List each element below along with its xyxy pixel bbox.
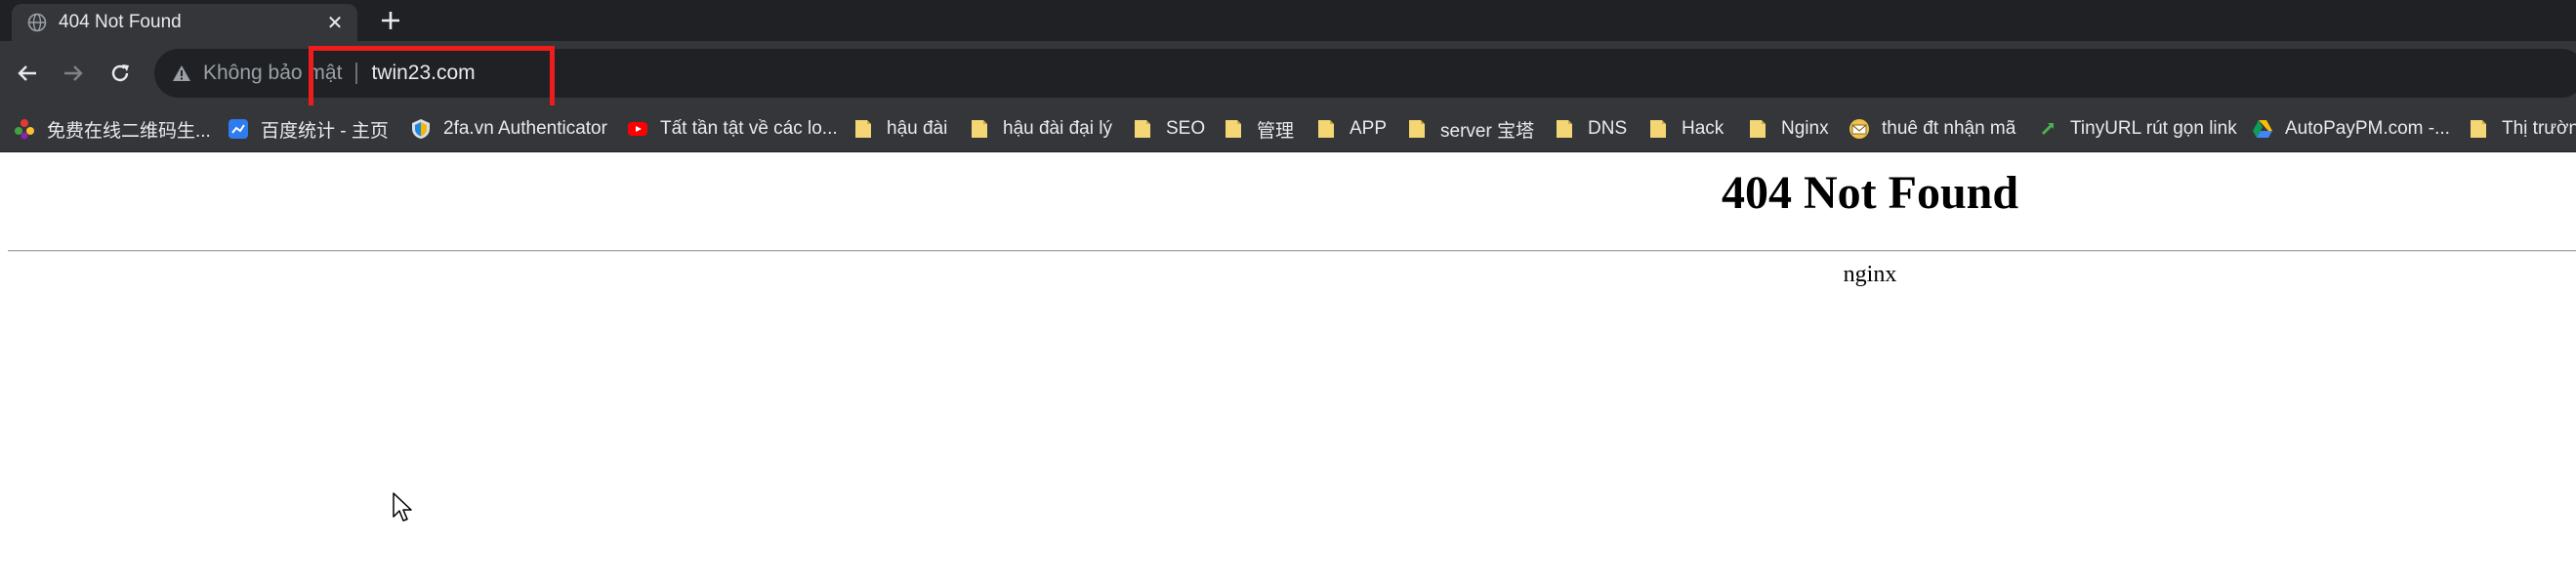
bookmark-label: Nginx (1781, 118, 1829, 139)
tab-strip: 404 Not Found ✕ (0, 0, 2576, 41)
bookmark-youtube[interactable]: Tất tần tật về các lo... (627, 105, 838, 152)
bookmark-label: hậu đài đại lý (1003, 118, 1112, 139)
page-title: 404 Not Found (1721, 167, 2019, 219)
colorful-dots-icon (15, 119, 34, 140)
back-button[interactable] (8, 54, 47, 93)
bookmark-label: hậu đài (887, 118, 948, 139)
forward-button[interactable] (54, 54, 93, 93)
tab-active[interactable]: 404 Not Found ✕ (12, 4, 357, 41)
tab-close-icon[interactable]: ✕ (322, 10, 348, 35)
globe-icon (27, 13, 47, 32)
folder-icon (1226, 120, 1241, 138)
bookmark-folder-hau-dai[interactable]: hậu đài (853, 105, 947, 152)
bookmark-baidu-stats[interactable]: 百度统计 - 主页 (228, 105, 389, 152)
bookmark-label: server 宝塔 (1440, 120, 1535, 142)
folder-icon (1318, 120, 1334, 138)
folder-icon (2471, 120, 2486, 138)
bookmark-label: Thị trường (2502, 118, 2576, 139)
bookmark-folder-server[interactable]: server 宝塔 (1407, 105, 1534, 152)
folder-icon (972, 120, 987, 138)
envelope-icon (1849, 119, 1869, 139)
bookmark-folder-thi-truong[interactable]: Thị trường (2469, 105, 2576, 152)
bookmark-label: DNS (1588, 118, 1628, 139)
bookmark-label: 管理 (1257, 120, 1295, 142)
baidu-stats-icon (229, 119, 248, 139)
security-status-label[interactable]: Không bảo mật (203, 62, 342, 85)
bookmark-tinyurl[interactable]: TinyURL rút gọn link (2037, 105, 2237, 152)
bookmark-label: 2fa.vn Authenticator (443, 118, 607, 139)
bookmark-folder-nginx[interactable]: Nginx (1748, 105, 1829, 152)
bookmark-2fa[interactable]: 2fa.vn Authenticator (410, 105, 607, 152)
bookmark-qr-generator[interactable]: 免费在线二维码生... (14, 105, 211, 152)
bookmark-label: AutoPayPM.com -... (2285, 118, 2450, 139)
bookmark-folder-dns[interactable]: DNS (1555, 105, 1627, 152)
address-bar[interactable]: Không bảo mật twin23.com (154, 49, 2576, 98)
bookmark-thue-dt[interactable]: thuê đt nhận mã (1849, 105, 2015, 152)
omnibox-separator (355, 63, 358, 84)
bookmark-folder-hau-dai-dai-ly[interactable]: hậu đài đại lý (970, 105, 1112, 152)
folder-icon (1409, 120, 1425, 138)
google-drive-icon (2253, 120, 2272, 138)
bookmark-label: Hack (1682, 118, 1724, 139)
arrow-right-icon (64, 65, 83, 81)
tinyurl-icon (2041, 123, 2054, 136)
reload-icon (111, 64, 129, 82)
page-content: 404 Not Found nginx (0, 152, 2576, 588)
bookmark-label: SEO (1166, 118, 1206, 139)
folder-icon (1135, 120, 1150, 138)
bookmark-autopaypm[interactable]: AutoPayPM.com -... (2252, 105, 2450, 152)
reload-button[interactable] (101, 54, 140, 93)
bookmarks-bar: 免费在线二维码生... 百度统计 - 主页 2fa.vn Authenticat… (0, 105, 2576, 152)
bookmark-folder-app[interactable]: APP (1316, 105, 1387, 152)
folder-icon (1557, 120, 1572, 138)
folder-icon (855, 120, 871, 138)
youtube-icon (628, 122, 647, 136)
bookmark-folder-seo[interactable]: SEO (1133, 105, 1205, 152)
arrow-left-icon (18, 65, 36, 81)
bookmark-label: TinyURL rút gọn link (2070, 118, 2237, 139)
bookmark-folder-management[interactable]: 管理 (1224, 105, 1294, 152)
server-signature: nginx (1843, 262, 1897, 287)
browser-toolbar: Không bảo mật twin23.com (0, 41, 2576, 105)
bookmark-label: 百度统计 - 主页 (261, 120, 389, 142)
folder-icon (1650, 120, 1666, 138)
warning-triangle-icon (173, 65, 190, 81)
bookmark-label: APP (1350, 118, 1388, 139)
horizontal-rule (8, 250, 2576, 252)
bookmark-label: thuê đt nhận mã (1882, 118, 2016, 139)
plus-icon (382, 12, 399, 29)
bookmark-folder-hack[interactable]: Hack (1648, 105, 1724, 152)
shield-icon (412, 119, 430, 139)
new-tab-button[interactable] (375, 5, 406, 36)
bookmark-label: 免费在线二维码生... (47, 120, 211, 142)
folder-icon (1750, 120, 1766, 138)
tab-title: 404 Not Found (59, 12, 182, 32)
mouse-cursor-icon (393, 492, 412, 522)
bookmark-label: Tất tần tật về các lo... (660, 118, 838, 139)
url-text[interactable]: twin23.com (371, 62, 475, 85)
